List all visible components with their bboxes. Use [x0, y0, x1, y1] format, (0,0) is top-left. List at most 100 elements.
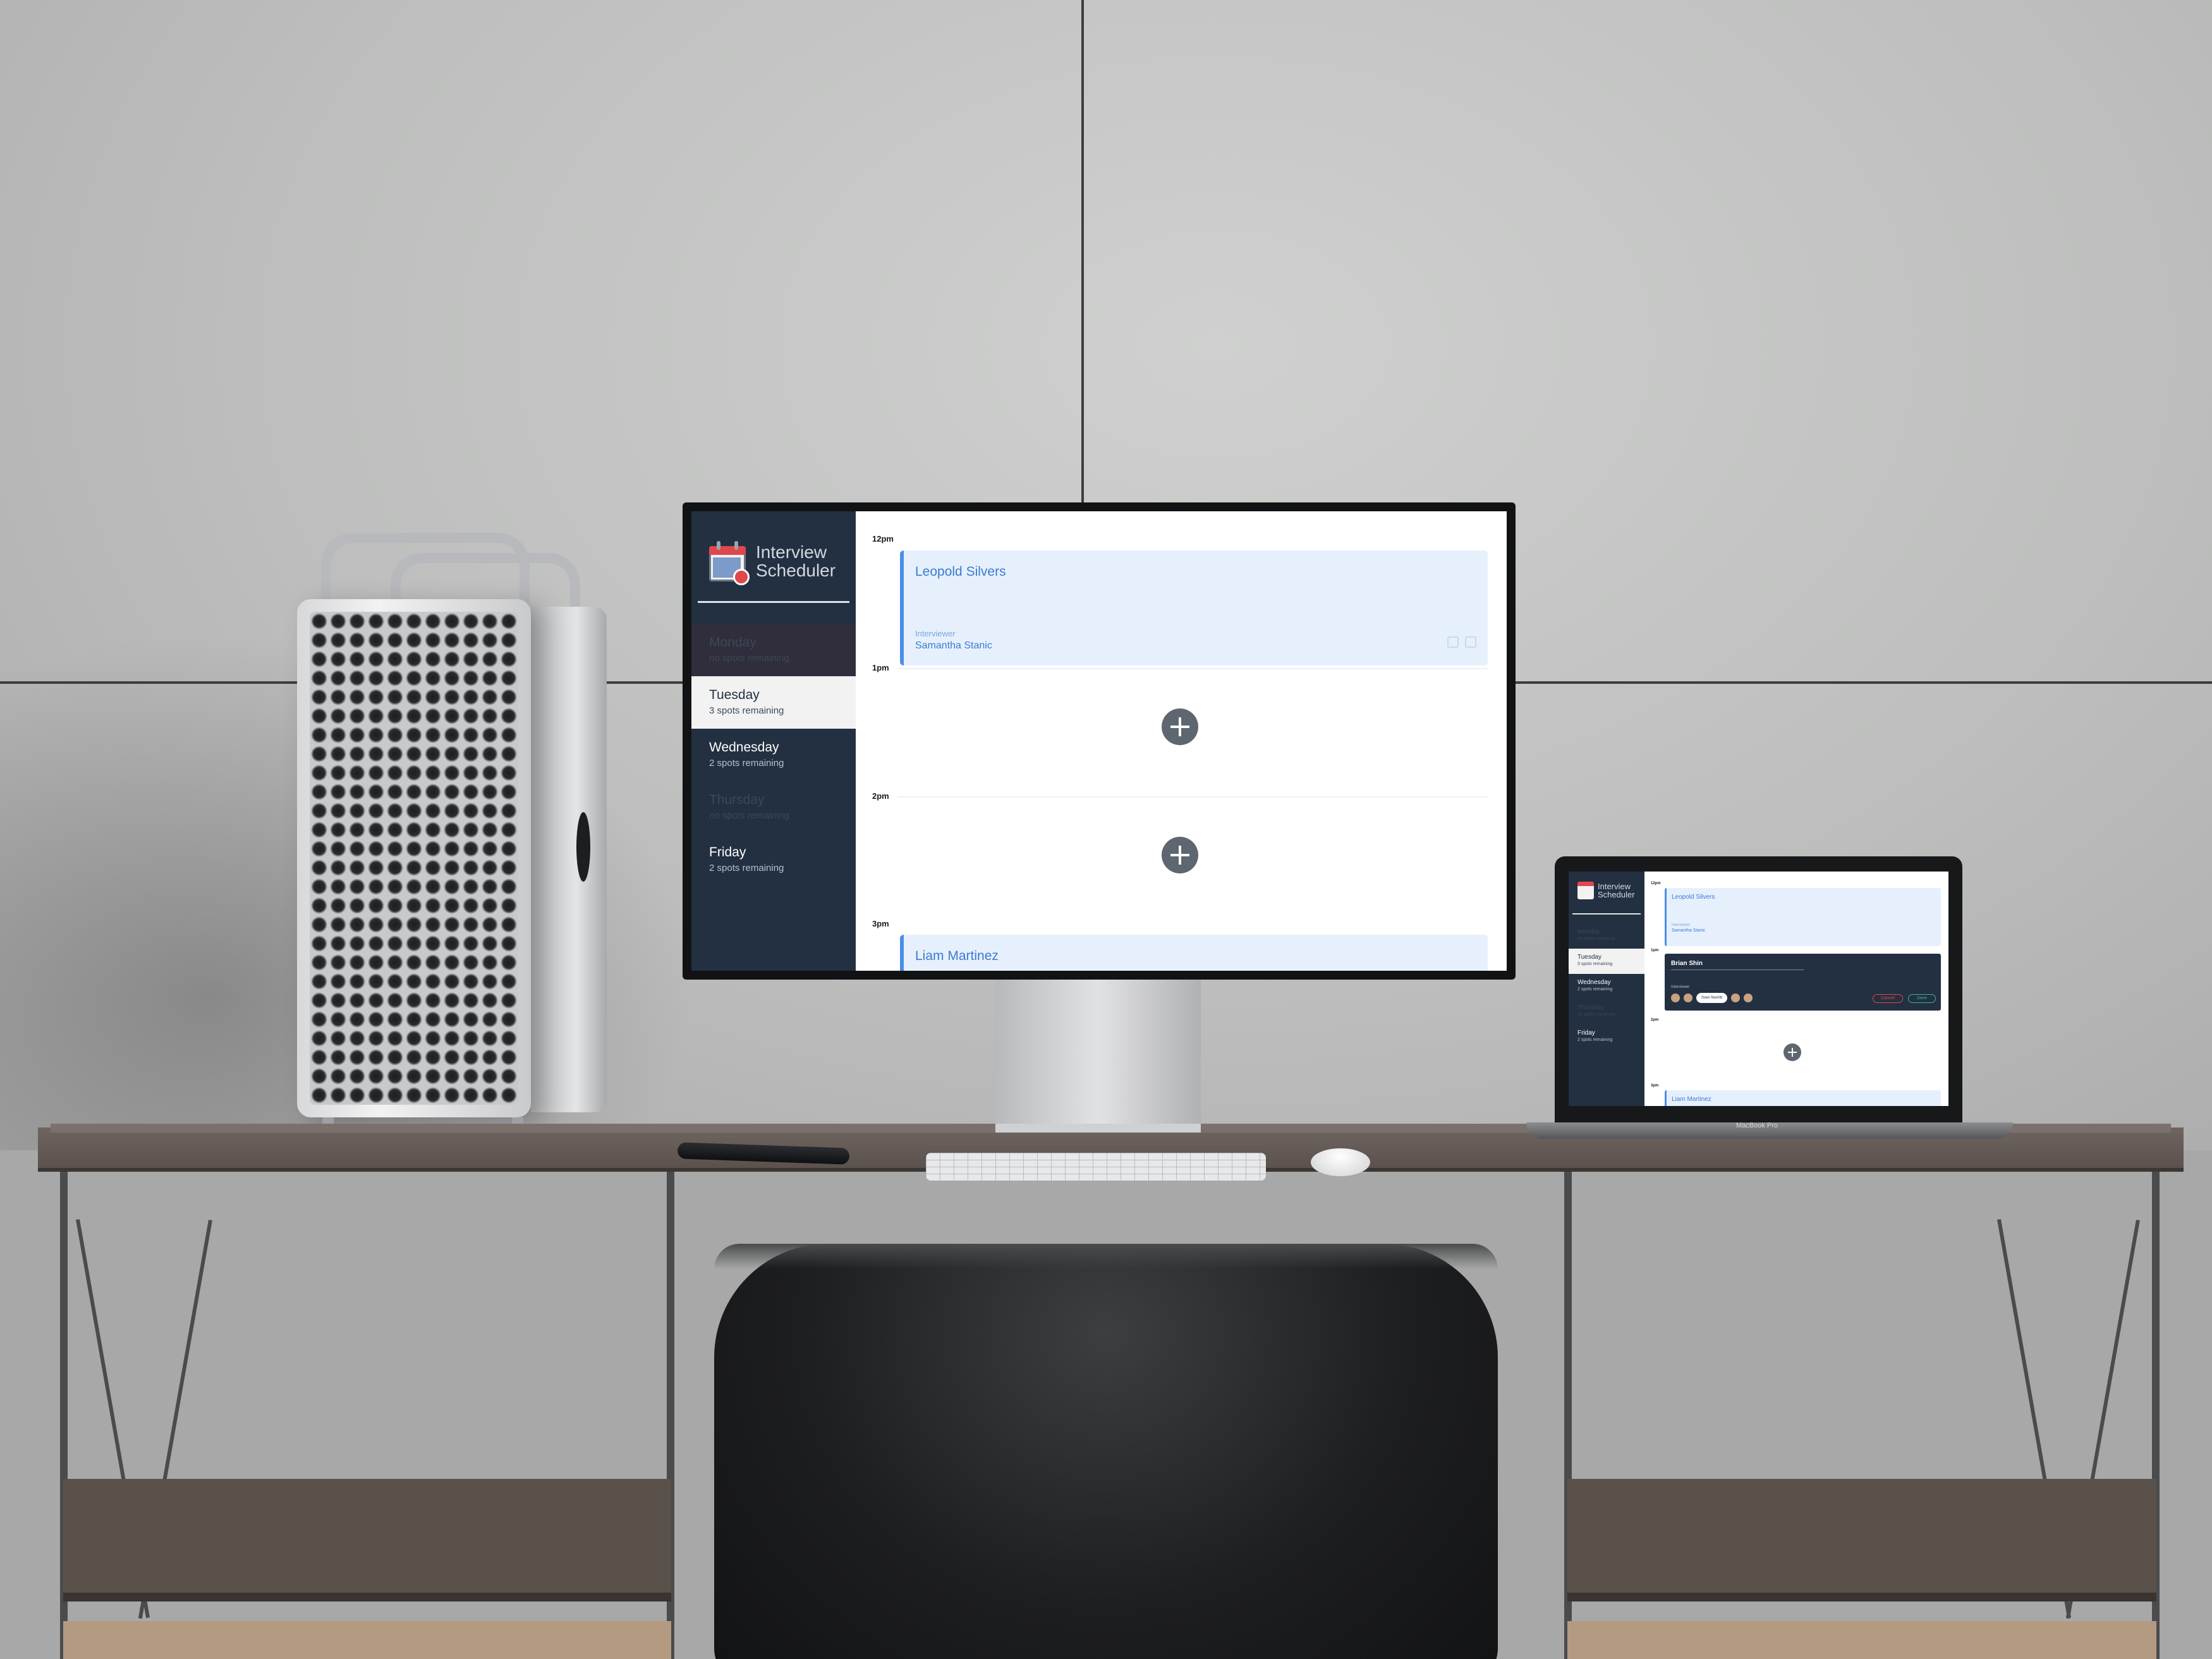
edit-icon[interactable]	[1447, 636, 1459, 648]
time-label: 1pm	[1651, 949, 1659, 952]
laptop: Interview Scheduler Monday no spots rema…	[1555, 856, 1962, 1125]
apple-logo-icon	[576, 812, 590, 882]
desk-shelf-right	[1567, 1479, 2156, 1599]
desk-drawer-right	[1567, 1621, 2156, 1659]
day-spots: 2 spots remaining	[1577, 1038, 1613, 1042]
calendar-icon	[709, 541, 750, 585]
sidebar-divider	[1572, 913, 1641, 915]
monitor: Interview Scheduler Monday no spots rema…	[683, 502, 1516, 980]
keyboard	[926, 1153, 1266, 1181]
day-item-monday[interactable]: Monday no spots remaining	[1569, 923, 1644, 949]
interviewer-avatar[interactable]	[1731, 994, 1741, 1002]
appointment-role-label: Interviewer	[1672, 923, 1691, 927]
schedule: 12pm Leopold Silvers Interviewer Samanth…	[856, 511, 1507, 971]
day-item-thursday[interactable]: Thursday no spots remaining	[691, 781, 856, 834]
day-spots: no spots remaining	[709, 810, 789, 821]
time-label: 12pm	[872, 534, 894, 544]
interviewer-avatar[interactable]	[1684, 994, 1692, 1002]
add-appointment-button[interactable]	[1784, 1043, 1801, 1061]
tower-grille	[310, 612, 518, 1105]
hour-divider	[897, 668, 1488, 669]
monitor-screen: Interview Scheduler Monday no spots rema…	[691, 511, 1507, 971]
day-item-wednesday[interactable]: Wednesday 2 spots remaining	[1569, 974, 1644, 999]
desk-shelf-edge	[1567, 1593, 2156, 1601]
sidebar-divider	[698, 601, 849, 603]
day-spots: 2 spots remaining	[1577, 987, 1613, 992]
student-name-input[interactable]: Brian Shin	[1671, 960, 1804, 970]
appointment-student: Leopold Silvers	[1672, 894, 1715, 901]
day-item-monday[interactable]: Monday no spots remaining	[691, 624, 856, 676]
day-spots: no spots remaining	[709, 653, 789, 664]
time-label: 2pm	[1651, 1018, 1659, 1022]
day-name: Thursday	[709, 793, 765, 807]
app-title: Interview Scheduler	[1598, 882, 1635, 899]
selected-interviewer-chip[interactable]: Sven Norrlitt	[1696, 993, 1728, 1003]
appointment-interviewer: Samantha Stanic	[915, 640, 992, 651]
chair	[714, 1244, 1498, 1659]
day-name: Wednesday	[709, 740, 779, 755]
tower-side-panel	[531, 607, 607, 1112]
day-item-friday[interactable]: Friday 2 spots remaining	[691, 834, 856, 886]
app-logo: Interview Scheduler	[1569, 872, 1644, 899]
time-label: 3pm	[1651, 1084, 1659, 1088]
day-name: Friday	[1577, 1030, 1595, 1036]
appointment-interviewer: Samantha Stanic	[1672, 928, 1706, 933]
mac-pro-tower	[297, 599, 531, 1117]
appointment-role-label: Interviewer	[915, 629, 956, 638]
laptop-brand-label: MacBook Pro	[1735, 1122, 1778, 1129]
appointment-student: Liam Martinez	[1672, 1096, 1711, 1103]
time-label: 3pm	[872, 919, 889, 928]
app-title: Interview Scheduler	[756, 542, 836, 580]
day-spots: no spots remaining	[1577, 1012, 1615, 1017]
desk-drawer-left	[63, 1621, 671, 1659]
monitor-stand-base	[995, 1124, 1201, 1133]
interviewer-avatar[interactable]	[1744, 994, 1753, 1002]
desk-shelf-edge	[63, 1593, 671, 1601]
day-name: Thursday	[1577, 1004, 1604, 1011]
day-name: Tuesday	[709, 688, 760, 702]
time-label: 1pm	[872, 663, 889, 672]
time-label: 2pm	[872, 791, 889, 801]
add-appointment-button[interactable]	[1162, 837, 1198, 873]
sidebar: Interview Scheduler Monday no spots rema…	[691, 511, 856, 971]
appointment-card: Leopold Silvers Interviewer Samantha Sta…	[1665, 888, 1941, 946]
app-logo: Interview Scheduler	[691, 511, 856, 590]
calendar-icon	[1577, 882, 1594, 899]
day-spots: no spots remaining	[1577, 937, 1615, 941]
day-name: Wednesday	[1577, 979, 1611, 986]
schedule: 12pm Leopold Silvers Interviewer Samanth…	[1644, 872, 1948, 1106]
appointment-card: Liam Martinez	[1665, 1090, 1941, 1106]
hour-divider	[897, 796, 1488, 798]
day-name: Monday	[1577, 928, 1600, 935]
cancel-button[interactable]: Cancel	[1873, 994, 1903, 1003]
desk-shelf-left	[63, 1479, 671, 1599]
interviewer-avatar[interactable]	[1671, 994, 1680, 1002]
day-item-tuesday[interactable]: Tuesday 3 spots remaining	[1569, 949, 1644, 974]
time-label: 12pm	[1651, 882, 1661, 885]
appointment-card: Leopold Silvers Interviewer Samantha Sta…	[900, 550, 1488, 665]
appointment-card: Liam Martinez	[900, 935, 1488, 971]
interviewer-label: Interviewer	[1671, 985, 1690, 989]
add-appointment-button[interactable]	[1162, 708, 1198, 745]
check-badge-icon	[733, 569, 750, 585]
appointment-student: Leopold Silvers	[915, 564, 1006, 579]
day-item-thursday[interactable]: Thursday no spots remaining	[1569, 999, 1644, 1024]
day-spots: 3 spots remaining	[1577, 962, 1613, 966]
monitor-stand	[995, 976, 1201, 1128]
day-spots: 2 spots remaining	[709, 758, 784, 769]
save-button[interactable]: Save	[1908, 994, 1936, 1003]
day-list: Monday no spots remaining Tuesday 3 spot…	[691, 624, 856, 886]
appointment-student: Liam Martinez	[915, 949, 999, 963]
day-spots: 2 spots remaining	[709, 863, 784, 873]
day-name: Tuesday	[1577, 954, 1601, 961]
appointment-form: Brian Shin Interviewer Sven Norrlitt Can…	[1665, 954, 1941, 1011]
sidebar: Interview Scheduler Monday no spots rema…	[1569, 872, 1644, 1106]
day-spots: 3 spots remaining	[709, 705, 784, 716]
day-item-tuesday[interactable]: Tuesday 3 spots remaining	[691, 676, 856, 729]
laptop-screen: Interview Scheduler Monday no spots rema…	[1569, 872, 1948, 1106]
day-item-wednesday[interactable]: Wednesday 2 spots remaining	[691, 729, 856, 781]
day-list: Monday no spots remaining Tuesday 3 spot…	[1569, 923, 1644, 1050]
day-item-friday[interactable]: Friday 2 spots remaining	[1569, 1024, 1644, 1050]
trash-icon[interactable]	[1465, 636, 1476, 648]
chair-rim	[714, 1244, 1498, 1269]
